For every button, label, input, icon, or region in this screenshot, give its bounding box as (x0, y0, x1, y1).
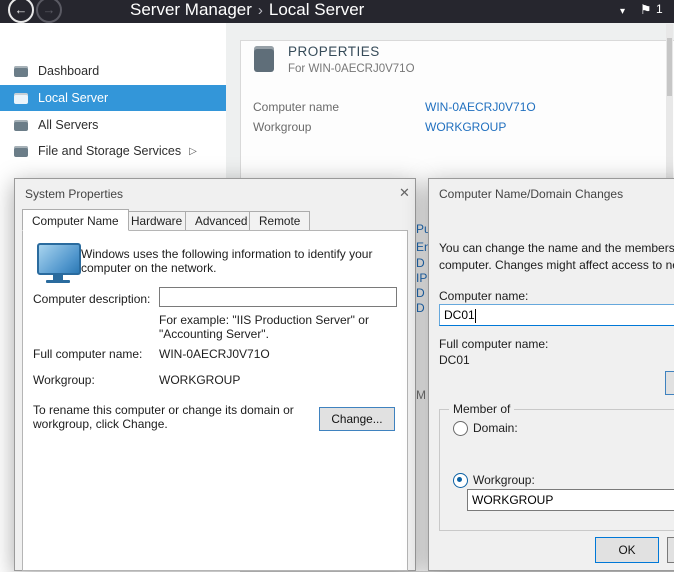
workgroup-radio[interactable] (453, 473, 468, 488)
sidebar-item-label: Dashboard (38, 64, 99, 78)
text-cursor (475, 309, 476, 323)
computer-name-input[interactable]: DC01 (439, 304, 674, 326)
tab-panel (22, 230, 408, 571)
computer-name-input-value: DC01 (444, 308, 475, 322)
sidebar-item-file-storage-services[interactable]: File and Storage Services ▷ (0, 138, 226, 164)
sidebar-item-label: All Servers (38, 118, 98, 132)
breadcrumb: Server Manager›Local Server (130, 0, 364, 20)
ok-button[interactable]: OK (595, 537, 659, 563)
full-computer-name-value: DC01 (439, 353, 470, 367)
property-fragment: D (416, 256, 428, 270)
tab-remote[interactable]: Remote (249, 211, 310, 231)
notification-count: 1 (656, 2, 663, 16)
all-servers-icon (14, 120, 28, 131)
sidebar-item-all-servers[interactable]: All Servers (0, 112, 226, 138)
computer-name-label: Computer name: (439, 289, 528, 303)
domain-radio-label: Domain: (473, 421, 518, 435)
tab-computer-name[interactable]: Computer Name (22, 209, 129, 231)
property-fragment: IP (416, 271, 428, 285)
property-fragment: M (416, 388, 428, 402)
computer-description-input[interactable] (159, 287, 397, 307)
close-icon[interactable]: ✕ (399, 185, 410, 201)
computer-description-label: Computer description: (33, 292, 150, 306)
sidebar-item-dashboard[interactable]: Dashboard (0, 58, 226, 84)
workgroup-value: WORKGROUP (159, 373, 240, 387)
dialog-intro-line1: You can change the name and the membersh… (439, 241, 674, 255)
properties-header: PROPERTIES (288, 44, 380, 59)
full-computer-name-value: WIN-0AECRJ0V71O (159, 347, 270, 361)
system-properties-dialog: System Properties ✕ Computer Name Hardwa… (14, 178, 416, 571)
titlebar: ← → Server Manager›Local Server ▾ ⚑ 1 (0, 0, 674, 23)
back-button[interactable]: ← (8, 0, 34, 23)
breadcrumb-separator-icon: › (252, 2, 269, 19)
property-value-computer-name[interactable]: WIN-0AECRJ0V71O (425, 100, 536, 114)
main-scrollbar[interactable] (666, 24, 673, 178)
sidebar-item-local-server[interactable]: Local Server (0, 85, 226, 111)
tab-hardware[interactable]: Hardware (121, 211, 192, 231)
computer-monitor-icon (37, 243, 81, 275)
property-label-computer-name: Computer name (253, 100, 339, 114)
dialog-title: Computer Name/Domain Changes (439, 187, 674, 201)
tab-advanced[interactable]: Advanced (185, 211, 257, 231)
dashboard-icon (14, 66, 28, 77)
server-manager-screen: { "colors": { "accent": "#3396d9", "link… (0, 0, 674, 570)
file-storage-icon (14, 146, 28, 157)
workgroup-label: Workgroup: (33, 373, 95, 387)
sidebar-item-label: File and Storage Services (38, 144, 181, 158)
full-computer-name-label: Full computer name: (439, 337, 548, 351)
more-button-fragment[interactable] (665, 371, 674, 395)
domain-changes-dialog: Computer Name/Domain Changes You can cha… (428, 178, 674, 571)
property-fragment: D (416, 286, 428, 300)
member-of-label: Member of (449, 402, 514, 416)
scrollbar-thumb[interactable] (667, 38, 672, 96)
forward-button[interactable]: → (36, 0, 62, 23)
local-server-icon (14, 93, 28, 104)
property-fragment: D (416, 301, 428, 315)
domain-radio[interactable] (453, 421, 468, 436)
description-example-text: For example: "IIS Production Server" or … (159, 313, 393, 341)
breadcrumb-app: Server Manager (130, 0, 252, 19)
dialog-intro-line2: computer. Changes might affect access to… (439, 258, 674, 272)
server-icon (254, 46, 274, 72)
chevron-right-icon[interactable]: ▷ (189, 146, 197, 157)
property-value-workgroup[interactable]: WORKGROUP (425, 120, 506, 134)
workgroup-radio-label: Workgroup: (473, 473, 535, 487)
back-arrow-icon: ← (15, 2, 28, 17)
computer-monitor-icon-base (46, 280, 70, 283)
dialog-title: System Properties (25, 187, 123, 201)
property-label-workgroup: Workgroup (253, 120, 311, 134)
forward-arrow-icon: → (43, 2, 56, 17)
cancel-button-fragment[interactable] (667, 537, 674, 563)
change-button[interactable]: Change... (319, 407, 395, 431)
properties-subheader: For WIN-0AECRJ0V71O (288, 63, 415, 75)
notifications-flag-icon[interactable]: ⚑ (640, 2, 652, 18)
full-computer-name-label: Full computer name: (33, 347, 142, 361)
identify-info-text: Windows uses the following information t… (81, 247, 393, 275)
sidebar-item-label: Local Server (38, 91, 108, 105)
rename-instruction-text: To rename this computer or change its do… (33, 403, 301, 431)
property-fragment: Pu (416, 222, 428, 236)
breadcrumb-page: Local Server (269, 0, 364, 19)
manage-caret-icon[interactable]: ▾ (620, 6, 625, 17)
workgroup-input[interactable] (467, 489, 674, 511)
property-fragment: En (416, 240, 428, 254)
